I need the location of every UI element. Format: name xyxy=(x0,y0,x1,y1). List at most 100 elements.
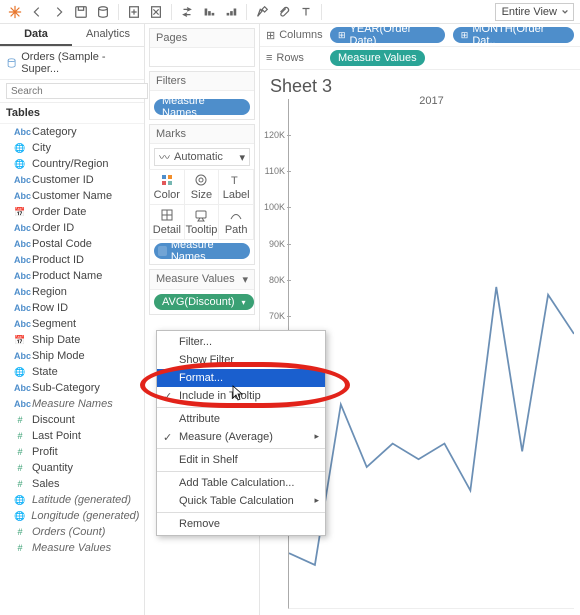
field-region[interactable]: AbcRegion xyxy=(0,284,144,300)
menu-item-add-table-calculation[interactable]: Add Table Calculation... xyxy=(157,474,325,492)
rows-shelf[interactable]: ≡Rows Measure Values xyxy=(260,47,580,70)
clear-sheet-icon[interactable] xyxy=(147,3,165,21)
menu-item-include-in-tooltip[interactable]: Include in Tooltip xyxy=(157,387,325,405)
attach-icon[interactable] xyxy=(275,3,293,21)
search-row: 🔍 ▽ ≡ xyxy=(0,80,144,103)
field-state[interactable]: 🌐State xyxy=(0,364,144,380)
color-pill-measure-names[interactable]: Measure Names xyxy=(154,243,250,259)
field-orders-count-[interactable]: #Orders (Count) xyxy=(0,524,144,540)
chevron-down-icon: ▾ xyxy=(239,151,245,164)
menu-item-quick-table-calculation[interactable]: Quick Table Calculation xyxy=(157,492,325,510)
filters-shelf[interactable]: Filters Measure Names xyxy=(149,71,255,120)
new-datasource-icon[interactable] xyxy=(94,3,112,21)
marks-tooltip-button[interactable]: Tooltip xyxy=(184,204,220,240)
new-worksheet-icon[interactable] xyxy=(125,3,143,21)
field-ship-mode[interactable]: AbcShip Mode xyxy=(0,348,144,364)
chevron-down-icon[interactable]: ▾ xyxy=(242,273,248,286)
columns-pill-month[interactable]: ⊞MONTH(Order Dat.. xyxy=(453,27,574,43)
field-longitude-generated-[interactable]: 🌐Longitude (generated) xyxy=(0,508,144,524)
field-sub-category[interactable]: AbcSub-Category xyxy=(0,380,144,396)
field-last-point[interactable]: #Last Point xyxy=(0,428,144,444)
toolbar-separator xyxy=(171,4,172,20)
field-measure-names[interactable]: AbcMeasure Names xyxy=(0,396,144,412)
field-customer-id[interactable]: AbcCustomer ID xyxy=(0,172,144,188)
marks-color-button[interactable]: Color xyxy=(149,169,185,205)
label-icon: T xyxy=(229,173,243,187)
toolbar-separator xyxy=(246,4,247,20)
measure-values-pill[interactable]: AVG(Discount)▾ xyxy=(154,294,254,310)
field-profit[interactable]: #Profit xyxy=(0,444,144,460)
menu-item-measure-average[interactable]: Measure (Average) xyxy=(157,428,325,446)
tab-analytics[interactable]: Analytics xyxy=(72,24,144,46)
data-source-row[interactable]: Orders (Sample - Super... xyxy=(0,47,144,80)
path-icon xyxy=(229,208,243,222)
marks-path-button[interactable]: Path xyxy=(218,204,254,240)
swap-icon[interactable] xyxy=(178,3,196,21)
back-icon[interactable] xyxy=(28,3,46,21)
marks-type-selector[interactable]: 〰Automatic ▾ xyxy=(154,148,250,166)
field-category[interactable]: AbcCategory xyxy=(0,124,144,140)
tableau-logo-icon[interactable] xyxy=(6,3,24,21)
y-axis-tick: 120K xyxy=(259,130,285,140)
sort-desc-icon[interactable] xyxy=(222,3,240,21)
menu-item-edit-in-shelf[interactable]: Edit in Shelf xyxy=(157,451,325,469)
measure-values-shelf[interactable]: Measure Values ▾ AVG(Discount)▾ xyxy=(149,269,255,315)
field-product-id[interactable]: AbcProduct ID xyxy=(0,252,144,268)
marks-card: Marks 〰Automatic ▾ ColorSizeTLabelDetail… xyxy=(149,124,255,265)
menu-item-format[interactable]: Format... xyxy=(157,369,325,387)
field-row-id[interactable]: AbcRow ID xyxy=(0,300,144,316)
data-source-name: Orders (Sample - Super... xyxy=(21,51,138,75)
filter-pill-measure-names[interactable]: Measure Names xyxy=(154,99,250,115)
menu-item-show-filter[interactable]: Show Filter xyxy=(157,351,325,369)
fit-selector[interactable]: Entire View xyxy=(495,3,574,21)
rows-pill-measure-values[interactable]: Measure Values xyxy=(330,50,425,66)
marks-label-button[interactable]: TLabel xyxy=(218,169,254,205)
menu-item-filter[interactable]: Filter... xyxy=(157,333,325,351)
text-icon[interactable] xyxy=(297,3,315,21)
tables-header: Tables xyxy=(0,103,144,124)
marks-detail-button[interactable]: Detail xyxy=(149,204,185,240)
automatic-icon: 〰 xyxy=(159,149,170,165)
rows-icon: ≡ xyxy=(266,52,272,64)
field-postal-code[interactable]: AbcPostal Code xyxy=(0,236,144,252)
field-order-id[interactable]: AbcOrder ID xyxy=(0,220,144,236)
field-segment[interactable]: AbcSegment xyxy=(0,316,144,332)
menu-item-attribute[interactable]: Attribute xyxy=(157,410,325,428)
field-ship-date[interactable]: 📅Ship Date xyxy=(0,332,144,348)
y-axis-tick: 90K xyxy=(259,239,285,249)
field-country-region[interactable]: 🌐Country/Region xyxy=(0,156,144,172)
save-icon[interactable] xyxy=(72,3,90,21)
measure-values-title: Measure Values xyxy=(156,273,235,286)
menu-item-remove[interactable]: Remove xyxy=(157,515,325,533)
data-pane: Data Analytics Orders (Sample - Super...… xyxy=(0,24,145,615)
pages-shelf-title: Pages xyxy=(150,29,254,48)
chart-area[interactable]: 2017 120K110K100K90K80K70K60K50K40K30K20… xyxy=(288,99,574,609)
forward-icon[interactable] xyxy=(50,3,68,21)
pages-shelf[interactable]: Pages xyxy=(149,28,255,67)
field-order-date[interactable]: 📅Order Date xyxy=(0,204,144,220)
field-sales[interactable]: #Sales xyxy=(0,476,144,492)
highlight-icon[interactable] xyxy=(253,3,271,21)
y-axis-tick: 100K xyxy=(259,202,285,212)
pill-menu-icon[interactable]: ▾ xyxy=(242,298,246,307)
marks-size-button[interactable]: Size xyxy=(184,169,220,205)
data-pane-tabs: Data Analytics xyxy=(0,24,144,47)
field-product-name[interactable]: AbcProduct Name xyxy=(0,268,144,284)
tab-data[interactable]: Data xyxy=(0,24,72,46)
field-customer-name[interactable]: AbcCustomer Name xyxy=(0,188,144,204)
fields-list: AbcCategory🌐City🌐Country/RegionAbcCustom… xyxy=(0,124,144,556)
field-discount[interactable]: #Discount xyxy=(0,412,144,428)
sort-asc-icon[interactable] xyxy=(200,3,218,21)
columns-pill-year[interactable]: ⊞YEAR(Order Date) xyxy=(330,27,445,43)
columns-shelf[interactable]: ⊞Columns ⊞YEAR(Order Date) ⊞MONTH(Order … xyxy=(260,24,580,47)
plus-icon: ⊞ xyxy=(461,30,469,41)
size-icon xyxy=(194,173,208,187)
field-measure-values[interactable]: #Measure Values xyxy=(0,540,144,556)
columns-icon: ⊞ xyxy=(266,29,275,42)
y-axis-tick: 80K xyxy=(259,275,285,285)
color-swatch-icon xyxy=(158,246,167,256)
field-latitude-generated-[interactable]: 🌐Latitude (generated) xyxy=(0,492,144,508)
search-input[interactable] xyxy=(6,83,148,99)
field-city[interactable]: 🌐City xyxy=(0,140,144,156)
field-quantity[interactable]: #Quantity xyxy=(0,460,144,476)
